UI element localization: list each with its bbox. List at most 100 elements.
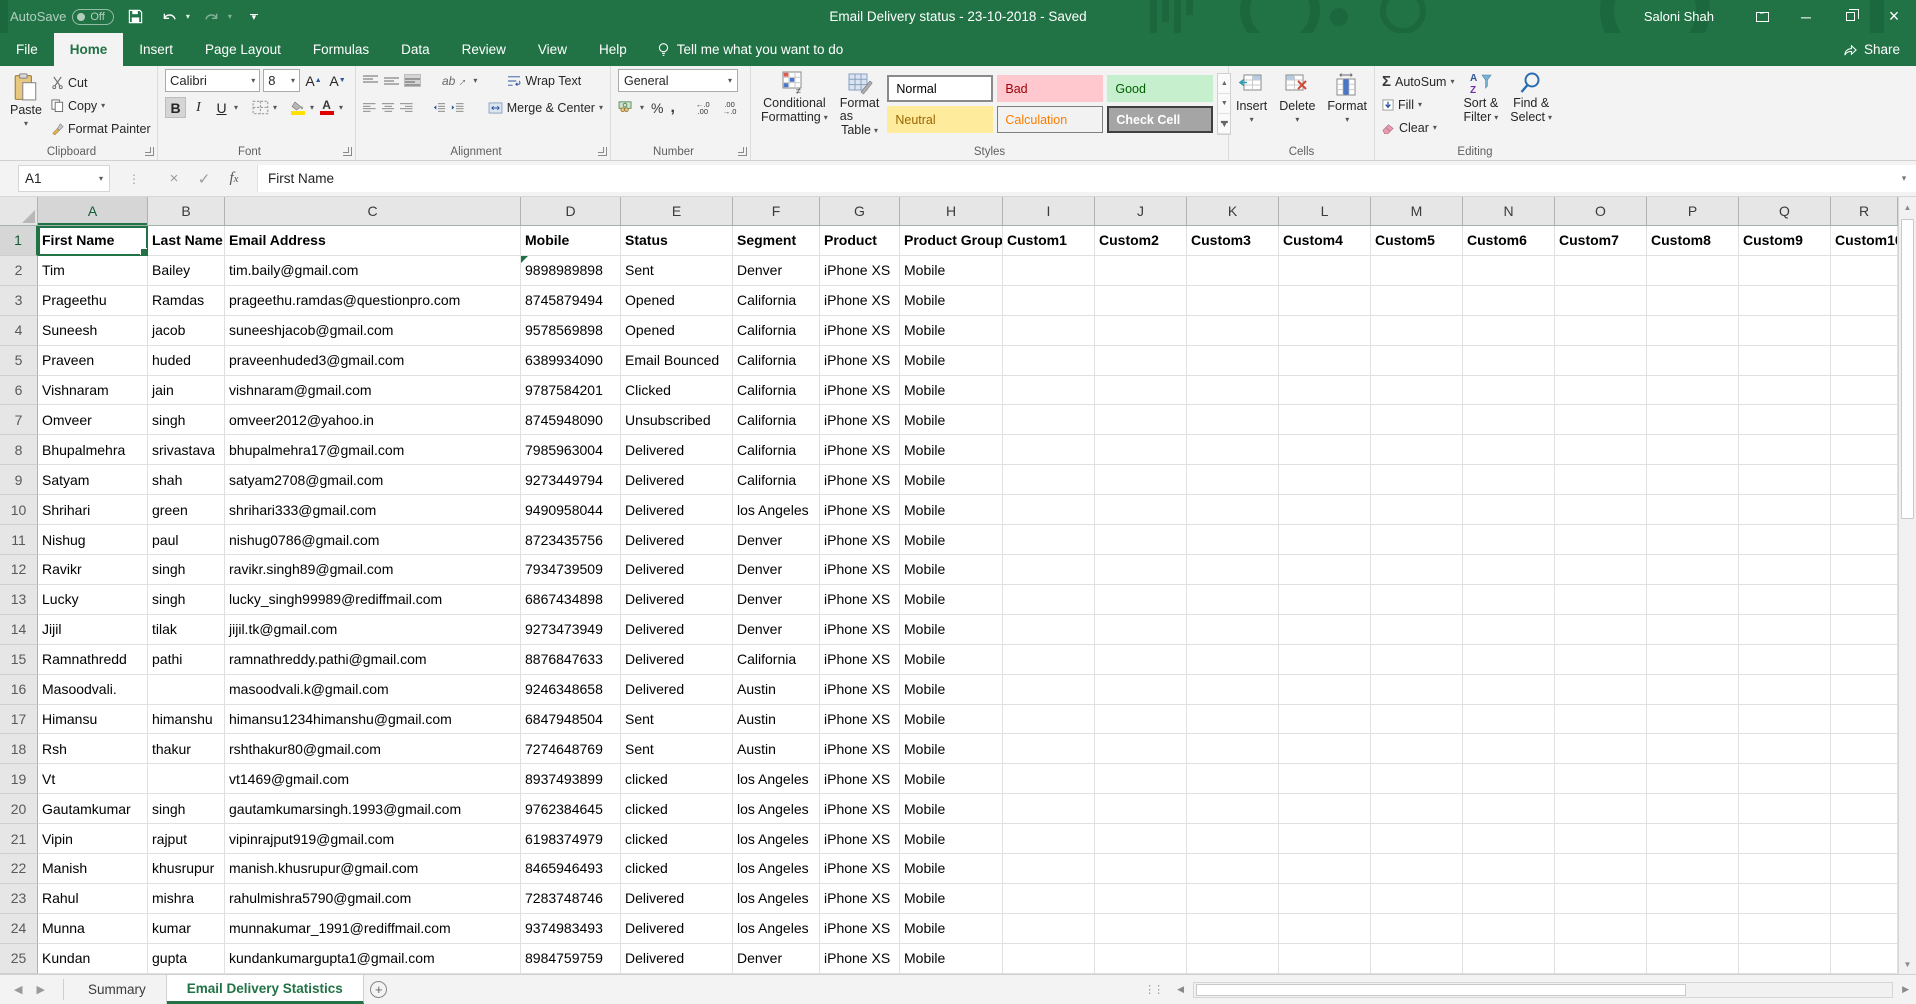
cell-J17[interactable] <box>1095 705 1187 735</box>
cell-M17[interactable] <box>1371 705 1463 735</box>
cell-C10[interactable]: shrihari333@gmail.com <box>225 495 521 525</box>
row-header-7[interactable]: 7 <box>0 405 38 435</box>
cell-P21[interactable] <box>1647 824 1739 854</box>
ribbon-tab-formulas[interactable]: Formulas <box>297 33 385 66</box>
cell-K18[interactable] <box>1187 734 1279 764</box>
cell-C5[interactable]: praveenhuded3@gmail.com <box>225 346 521 376</box>
cell-K17[interactable] <box>1187 705 1279 735</box>
cell-B11[interactable]: paul <box>148 525 225 555</box>
row-header-25[interactable]: 25 <box>0 944 38 974</box>
cell-N23[interactable] <box>1463 884 1555 914</box>
cell-R25[interactable] <box>1831 944 1898 974</box>
cell-A5[interactable]: Praveen <box>38 346 148 376</box>
column-header-B[interactable]: B <box>148 197 225 225</box>
cell-O21[interactable] <box>1555 824 1647 854</box>
cell-K2[interactable] <box>1187 256 1279 286</box>
cell-G12[interactable]: iPhone XS <box>820 555 900 585</box>
cell-R12[interactable] <box>1831 555 1898 585</box>
clipboard-dialog-launcher[interactable] <box>145 147 154 156</box>
cell-F21[interactable]: los Angeles <box>733 824 820 854</box>
cell-P23[interactable] <box>1647 884 1739 914</box>
merge-center-dropdown[interactable]: ▾ <box>599 103 603 112</box>
cell-L13[interactable] <box>1279 585 1371 615</box>
cell-D10[interactable]: 9490958044 <box>521 495 621 525</box>
cell-J6[interactable] <box>1095 376 1187 406</box>
cell-P19[interactable] <box>1647 764 1739 794</box>
cell-Q7[interactable] <box>1739 405 1831 435</box>
cell-A12[interactable]: Ravikr <box>38 555 148 585</box>
cell-F5[interactable]: California <box>733 346 820 376</box>
cell-A25[interactable]: Kundan <box>38 944 148 974</box>
cell-F14[interactable]: Denver <box>733 615 820 645</box>
cell-E18[interactable]: Sent <box>621 734 733 764</box>
cell-K21[interactable] <box>1187 824 1279 854</box>
cell-J1[interactable]: Custom2 <box>1095 226 1187 256</box>
cell-J24[interactable] <box>1095 914 1187 944</box>
cell-D6[interactable]: 9787584201 <box>521 376 621 406</box>
cell-D18[interactable]: 7274648769 <box>521 734 621 764</box>
cell-K25[interactable] <box>1187 944 1279 974</box>
cell-C4[interactable]: suneeshjacob@gmail.com <box>225 316 521 346</box>
row-header-4[interactable]: 4 <box>0 316 38 346</box>
cell-N4[interactable] <box>1463 316 1555 346</box>
row-header-6[interactable]: 6 <box>0 376 38 406</box>
cell-I12[interactable] <box>1003 555 1095 585</box>
cell-D3[interactable]: 8745879494 <box>521 286 621 316</box>
cell-L7[interactable] <box>1279 405 1371 435</box>
row-header-8[interactable]: 8 <box>0 435 38 465</box>
row-header-9[interactable]: 9 <box>0 465 38 495</box>
cell-G4[interactable]: iPhone XS <box>820 316 900 346</box>
cell-B18[interactable]: thakur <box>148 734 225 764</box>
delete-dropdown[interactable]: ▾ <box>1295 115 1299 124</box>
cell-N22[interactable] <box>1463 854 1555 884</box>
cell-F10[interactable]: los Angeles <box>733 495 820 525</box>
cell-H17[interactable]: Mobile <box>900 705 1003 735</box>
cell-F4[interactable]: California <box>733 316 820 346</box>
cell-R15[interactable] <box>1831 645 1898 675</box>
cell-F11[interactable]: Denver <box>733 525 820 555</box>
cell-C7[interactable]: omveer2012@yahoo.in <box>225 405 521 435</box>
insert-function-button[interactable]: fx <box>219 165 249 192</box>
cell-N14[interactable] <box>1463 615 1555 645</box>
cell-D8[interactable]: 7985963004 <box>521 435 621 465</box>
cell-P3[interactable] <box>1647 286 1739 316</box>
cell-R13[interactable] <box>1831 585 1898 615</box>
find-select-button[interactable]: Find & Select▾ <box>1504 69 1558 139</box>
cell-F7[interactable]: California <box>733 405 820 435</box>
ribbon-tab-page-layout[interactable]: Page Layout <box>189 33 297 66</box>
cell-O3[interactable] <box>1555 286 1647 316</box>
cell-H20[interactable]: Mobile <box>900 794 1003 824</box>
cell-N13[interactable] <box>1463 585 1555 615</box>
row-header-19[interactable]: 19 <box>0 764 38 794</box>
formula-bar-grip[interactable]: ⋮ <box>128 172 141 186</box>
orientation-dropdown[interactable]: ▾ <box>473 76 477 85</box>
insert-dropdown[interactable]: ▾ <box>1250 115 1254 124</box>
formula-input[interactable]: First Name <box>257 165 1892 192</box>
autosum-button[interactable]: Σ AutoSum ▾ <box>1379 70 1457 93</box>
cell-I25[interactable] <box>1003 944 1095 974</box>
cell-O18[interactable] <box>1555 734 1647 764</box>
row-header-14[interactable]: 14 <box>0 615 38 645</box>
cell-L17[interactable] <box>1279 705 1371 735</box>
cell-I2[interactable] <box>1003 256 1095 286</box>
cell-N16[interactable] <box>1463 675 1555 705</box>
cell-J15[interactable] <box>1095 645 1187 675</box>
cell-D13[interactable]: 6867434898 <box>521 585 621 615</box>
cell-O4[interactable] <box>1555 316 1647 346</box>
cell-D20[interactable]: 9762384645 <box>521 794 621 824</box>
cell-D23[interactable]: 7283748746 <box>521 884 621 914</box>
cell-Q17[interactable] <box>1739 705 1831 735</box>
cell-D15[interactable]: 8876847633 <box>521 645 621 675</box>
cell-P8[interactable] <box>1647 435 1739 465</box>
cell-D12[interactable]: 7934739509 <box>521 555 621 585</box>
cell-A15[interactable]: Ramnathredd <box>38 645 148 675</box>
cell-R18[interactable] <box>1831 734 1898 764</box>
cell-G2[interactable]: iPhone XS <box>820 256 900 286</box>
name-box-dropdown[interactable]: ▾ <box>99 174 103 183</box>
cell-G13[interactable]: iPhone XS <box>820 585 900 615</box>
autosave-control[interactable]: AutoSave Off <box>10 9 114 25</box>
cell-I8[interactable] <box>1003 435 1095 465</box>
cell-C19[interactable]: vt1469@gmail.com <box>225 764 521 794</box>
cell-L11[interactable] <box>1279 525 1371 555</box>
cell-J16[interactable] <box>1095 675 1187 705</box>
